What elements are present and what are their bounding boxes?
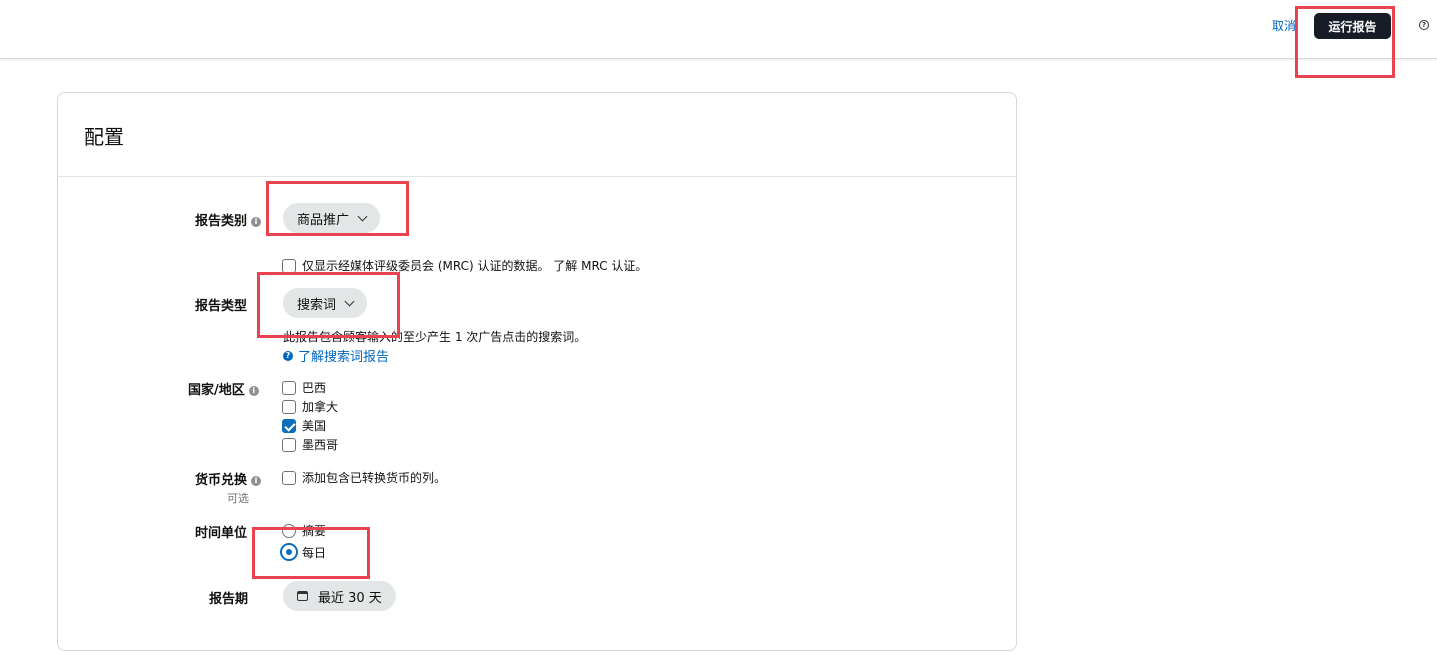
card-title: 配置 (84, 125, 124, 149)
mrc-checkbox[interactable] (282, 258, 296, 273)
country-checkbox-canada[interactable] (282, 399, 296, 414)
info-icon[interactable]: i (251, 475, 262, 486)
country-checkbox-usa[interactable] (282, 418, 296, 433)
country-option-label: 加拿大 (302, 400, 339, 414)
radio-daily[interactable] (280, 543, 298, 561)
report-category-label: 报告类别 i (195, 210, 262, 229)
country-option-label: 墨西哥 (302, 438, 339, 452)
chevron-down-icon (344, 296, 355, 306)
country-checkbox-brazil[interactable] (282, 380, 296, 395)
question-icon: ? (283, 350, 293, 361)
country-option-label: 巴西 (302, 381, 327, 395)
report-period-label: 报告期 (209, 592, 249, 607)
time-unit-option: 摘要 (282, 522, 326, 539)
radio-label: 摘要 (302, 524, 327, 538)
time-unit-option: 每日 (280, 543, 327, 561)
configuration-card: 配置 报告类别 i 商品推广 仅显示经媒体评级委员会 (MRC) 认证的数据。 了… (57, 92, 1017, 651)
currency-option-label: 添加包含已转换货币的列。 (302, 471, 447, 485)
time-unit-label: 时间单位 (195, 526, 248, 541)
top-bar: 取消 运行报告 ? (0, 0, 1437, 59)
report-type-value: 搜索词 (297, 297, 337, 313)
report-period-picker[interactable]: 最近 30 天 (283, 581, 396, 611)
chevron-down-icon (357, 211, 368, 221)
country-option-label: 美国 (302, 419, 327, 433)
run-report-button[interactable]: 运行报告 (1314, 13, 1391, 39)
report-category-dropdown[interactable]: 商品推广 (283, 203, 381, 233)
country-checkbox-mexico[interactable] (282, 437, 296, 452)
country-option: 巴西 (282, 379, 326, 396)
cancel-link[interactable]: 取消 (1272, 17, 1296, 34)
report-period-value: 最近 30 天 (318, 590, 382, 606)
currency-label: 货币兑换 i (195, 469, 262, 488)
radio-label: 每日 (302, 545, 327, 560)
mrc-label: 仅显示经媒体评级委员会 (MRC) 认证的数据。 了解 MRC 认证。 (302, 259, 648, 273)
country-option: 加拿大 (282, 398, 338, 415)
calendar-icon (297, 591, 308, 601)
country-label: 国家/地区 i (188, 379, 259, 398)
currency-checkbox-row: 添加包含已转换货币的列。 (282, 469, 446, 486)
optional-label: 可选 (227, 492, 249, 505)
question-circle-icon[interactable]: ? (1419, 20, 1429, 30)
radio-summary[interactable] (282, 523, 296, 538)
info-icon[interactable]: i (248, 385, 259, 396)
mrc-checkbox-row: 仅显示经媒体评级委员会 (MRC) 认证的数据。 了解 MRC 认证。 (282, 257, 647, 274)
report-type-label: 报告类型 (195, 299, 248, 314)
card-divider (58, 176, 1016, 177)
report-category-value: 商品推广 (297, 212, 350, 228)
country-option: 墨西哥 (282, 436, 338, 453)
learn-link-label: 了解搜索词报告 (298, 350, 390, 365)
report-type-dropdown[interactable]: 搜索词 (283, 288, 368, 318)
currency-checkbox[interactable] (282, 470, 296, 485)
learn-search-term-report-link[interactable]: ? 了解搜索词报告 (283, 346, 389, 365)
country-option: 美国 (282, 417, 326, 434)
info-icon[interactable]: i (251, 216, 262, 227)
report-type-description: 此报告包含顾客输入的至少产生 1 次广告点击的搜索词。 (283, 330, 587, 344)
